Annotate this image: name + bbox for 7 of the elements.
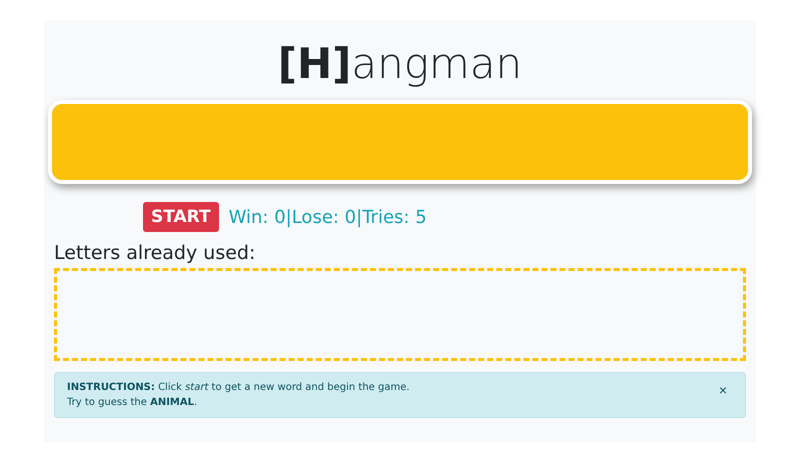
instruction-text: Try to guess the ANIMAL. (67, 396, 198, 410)
score-text: Win: 0|Lose: 0|Tries: 5 (228, 206, 427, 228)
app-title: [H]angman (276, 38, 524, 90)
close-button[interactable]: × (712, 382, 733, 398)
letters-label: Letters already used: (54, 242, 256, 264)
instruction-text: INSTRUCTIONS: Click start to get a new word and begin the game. (67, 381, 410, 395)
start-button[interactable]: START (143, 202, 219, 232)
